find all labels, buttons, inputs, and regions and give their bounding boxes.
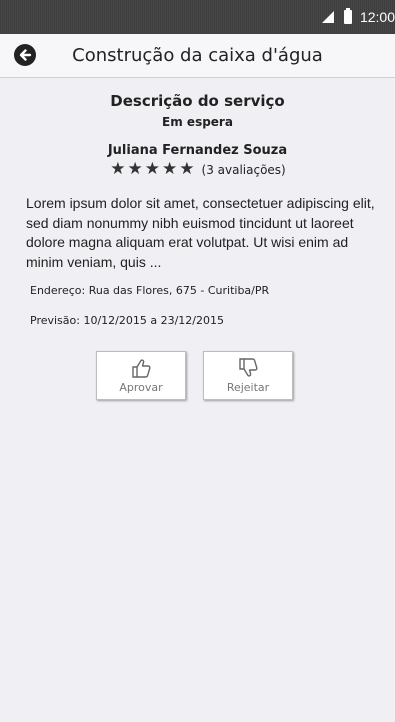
service-description: Lorem ipsum dolor sit amet, consectetuer… xyxy=(26,195,375,270)
battery-icon xyxy=(343,8,352,24)
status-bar: 12:00 xyxy=(0,0,395,34)
star-icon: ★ xyxy=(110,159,126,179)
back-button[interactable] xyxy=(14,44,36,66)
back-arrow-icon xyxy=(19,49,32,61)
page-title: Construção da caixa d'água xyxy=(72,45,323,66)
reject-button[interactable]: Rejeitar xyxy=(203,351,293,400)
star-icon: ★ xyxy=(127,159,143,179)
reject-label: Rejeitar xyxy=(226,381,270,394)
provider-name: Juliana Fernandez Souza xyxy=(107,143,288,158)
forecast-text: Previsão: 10/12/2015 a 23/12/2015 xyxy=(30,314,224,327)
address-text: Endereço: Rua das Flores, 675 - Curitiba… xyxy=(30,284,270,297)
app-bar: Construção da caixa d'água xyxy=(0,34,395,78)
status-time: 12:00 xyxy=(359,9,395,25)
approve-button[interactable]: Aprovar xyxy=(96,351,186,400)
status-badge: Em espera xyxy=(162,115,233,129)
signal-icon xyxy=(321,11,334,23)
star-icon: ★ xyxy=(144,159,161,179)
star-icon: ★ xyxy=(162,159,178,179)
rating-count: (3 avaliações) xyxy=(201,162,286,177)
service-details: Descrição do serviço Em espera Juliana F… xyxy=(0,78,395,400)
thumbs-up-icon xyxy=(130,357,152,379)
approve-label: Aprovar xyxy=(119,381,163,394)
thumbs-down-icon xyxy=(237,357,259,379)
action-buttons: Aprovar Rejeitar xyxy=(0,351,395,400)
section-title: Descrição do serviço xyxy=(110,92,285,110)
rating: ★ ★ ★ ★ ★ (3 avaliações) xyxy=(0,161,395,178)
star-icon: ★ xyxy=(179,159,195,179)
